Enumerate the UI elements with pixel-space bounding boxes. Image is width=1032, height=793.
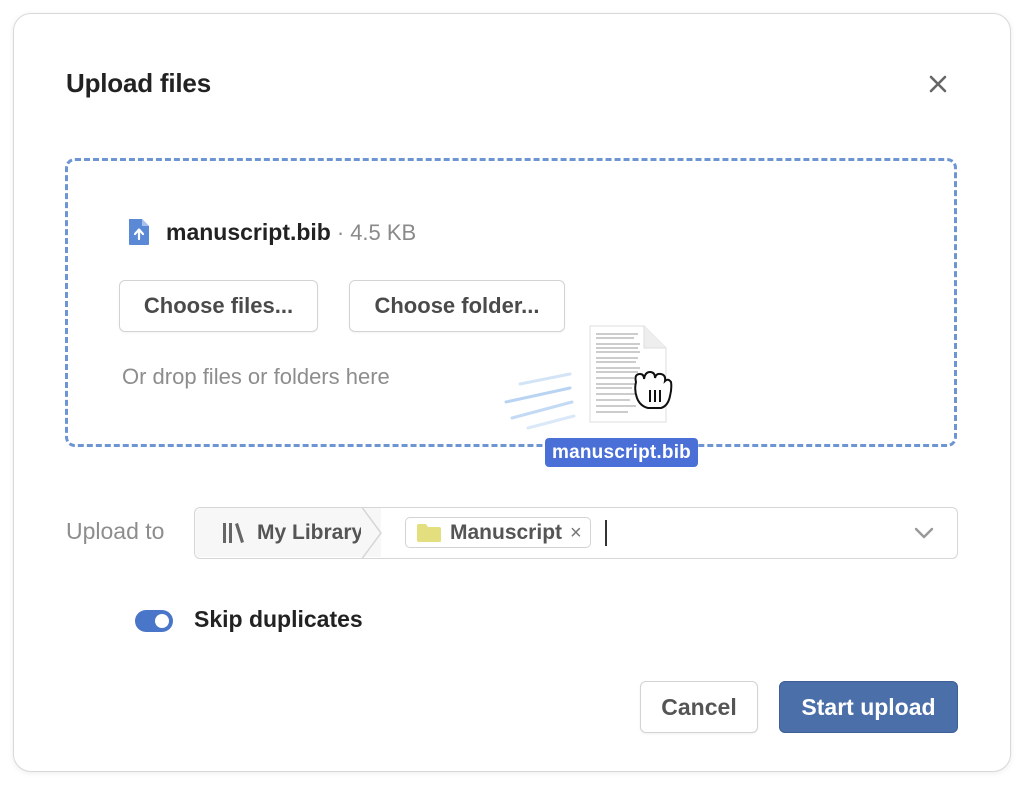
- choose-files-button[interactable]: Choose files...: [119, 280, 318, 332]
- close-icon: [929, 75, 947, 93]
- grab-hand-icon: [634, 370, 673, 409]
- tag-remove-button[interactable]: ×: [570, 523, 582, 543]
- skip-duplicates-toggle[interactable]: [135, 610, 173, 632]
- skip-duplicates-label: Skip duplicates: [194, 606, 363, 632]
- library-icon: [223, 522, 244, 543]
- start-upload-button[interactable]: Start upload: [779, 681, 958, 733]
- file-upload-icon: [129, 219, 149, 245]
- toggle-knob: [155, 614, 169, 628]
- text-cursor: [605, 520, 607, 546]
- destination-picker[interactable]: My Library Manuscript ×: [194, 507, 958, 559]
- close-button[interactable]: [922, 68, 954, 100]
- tag-label: Manuscript: [450, 520, 563, 544]
- breadcrumb-root-label: My Library: [257, 520, 364, 544]
- file-size: 4.5 KB: [350, 219, 417, 245]
- folder-icon: [417, 523, 441, 542]
- drag-label: manuscript.bib: [545, 438, 698, 467]
- breadcrumb-separator-icon: [361, 508, 382, 558]
- motion-lines-icon: [504, 372, 576, 430]
- cancel-button[interactable]: Cancel: [640, 681, 758, 733]
- upload-to-label: Upload to: [66, 518, 165, 544]
- file-separator: ·: [336, 219, 345, 245]
- breadcrumb-root[interactable]: My Library: [195, 508, 381, 557]
- dialog-title: Upload files: [66, 68, 211, 98]
- file-name: manuscript.bib: [166, 218, 331, 245]
- drag-preview: [498, 322, 678, 434]
- destination-tag: Manuscript ×: [405, 517, 591, 548]
- selected-file: manuscript.bib · 4.5 KB: [126, 217, 416, 247]
- drop-hint: Or drop files or folders here: [122, 364, 390, 389]
- chevron-down-icon[interactable]: [913, 522, 935, 544]
